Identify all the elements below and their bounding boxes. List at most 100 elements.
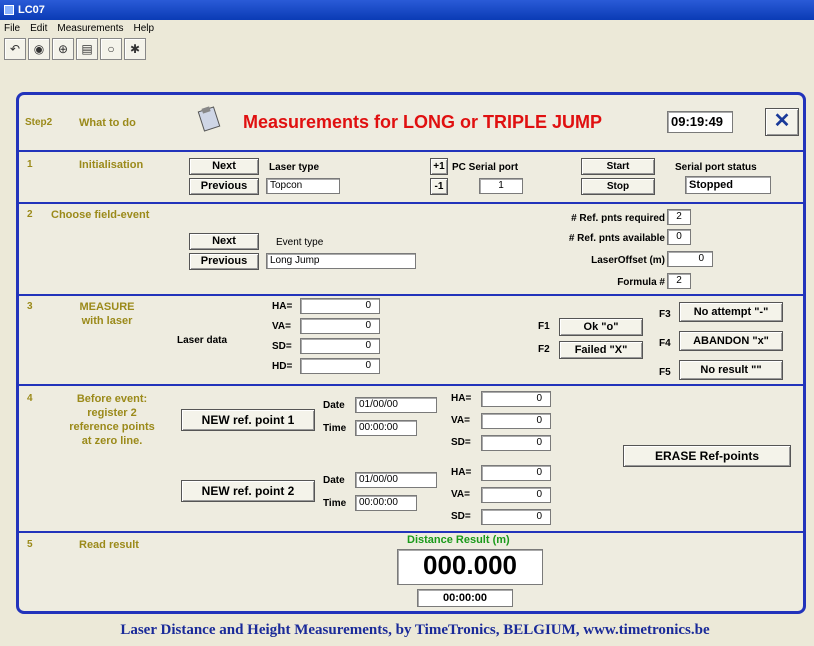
stop-button[interactable]: Stop xyxy=(581,178,655,195)
s4-title-line2: register 2 xyxy=(87,407,137,419)
serial-port-status-field: Stopped xyxy=(685,176,771,194)
s5-title: Read result xyxy=(79,539,139,551)
ref2-sd-label: SD= xyxy=(451,511,471,522)
s2-next-button[interactable]: Next xyxy=(189,233,259,250)
ref2-ha-label: HA= xyxy=(451,467,472,478)
s4-title-line3: reference points xyxy=(69,421,155,433)
ref2-va-field: 0 xyxy=(481,487,551,503)
s1-number: 1 xyxy=(27,159,33,170)
f5-label: F5 xyxy=(659,367,671,378)
footer-credit: Laser Distance and Height Measurements, … xyxy=(120,622,710,638)
clock-display: 09:19:49 xyxy=(667,111,733,133)
ref1-ha-label: HA= xyxy=(451,393,472,404)
ok-button[interactable]: Ok "o" xyxy=(559,318,643,336)
camera-icon[interactable]: ◉ xyxy=(28,38,50,60)
new-ref-point-1-button[interactable]: NEW ref. point 1 xyxy=(181,409,315,431)
s2-title: Choose field-event xyxy=(51,209,150,221)
formula-field[interactable]: 2 xyxy=(667,273,691,289)
close-button[interactable]: ✕ xyxy=(765,108,799,136)
ref2-va-label: VA= xyxy=(451,489,470,500)
s1-previous-button[interactable]: Previous xyxy=(189,178,259,195)
laser-type-label: Laser type xyxy=(269,162,320,173)
ref1-va-label: VA= xyxy=(451,415,470,426)
new-ref-point-2-button[interactable]: NEW ref. point 2 xyxy=(181,480,315,502)
s1-title: Initialisation xyxy=(79,159,144,171)
s1-next-button[interactable]: Next xyxy=(189,158,259,175)
ref-points-available-field: 0 xyxy=(667,229,691,245)
laser-offset-field[interactable]: 0 xyxy=(667,251,713,267)
ref-points-available-label: # Ref. pnts available xyxy=(568,233,665,244)
s4-title-line1: Before event: xyxy=(76,393,148,405)
failed-button[interactable]: Failed "X" xyxy=(559,341,643,359)
menu-measurements[interactable]: Measurements xyxy=(57,20,123,37)
no-result-button[interactable]: No result "" xyxy=(679,360,783,380)
s3-number: 3 xyxy=(27,301,33,312)
f2-label: F2 xyxy=(538,344,550,355)
menu-help[interactable]: Help xyxy=(134,20,155,37)
minus-one-button[interactable]: -1 xyxy=(430,178,448,195)
ref2-ha-field: 0 xyxy=(481,465,551,481)
ref1-va-field: 0 xyxy=(481,413,551,429)
printer-icon[interactable]: ▤ xyxy=(76,38,98,60)
stop-icon[interactable]: ○ xyxy=(100,38,122,60)
connect-icon[interactable]: ⊕ xyxy=(52,38,74,60)
clipboard-icon xyxy=(195,103,225,133)
title-bar: LC07 xyxy=(0,0,814,20)
distance-result-field: 000.000 xyxy=(397,549,543,585)
s3-ha-field: 0 xyxy=(300,298,380,314)
time1-field: 00:00:00 xyxy=(355,420,417,436)
menu-bar: File Edit Measurements Help xyxy=(0,20,814,37)
s3-hd-label: HD= xyxy=(272,361,293,372)
formula-label: Formula # xyxy=(617,277,665,288)
s3-va-field: 0 xyxy=(300,318,380,334)
s3-hd-field: 0 xyxy=(300,358,380,374)
s3-sd-field: 0 xyxy=(300,338,380,354)
f4-label: F4 xyxy=(659,338,671,349)
time2-label: Time xyxy=(323,498,347,509)
f1-label: F1 xyxy=(538,321,550,332)
date2-label: Date xyxy=(323,475,345,486)
date1-field: 01/00/00 xyxy=(355,397,437,413)
date1-label: Date xyxy=(323,400,345,411)
s2-number: 2 xyxy=(27,209,33,220)
laser-offset-label: LaserOffset (m) xyxy=(591,255,665,266)
no-attempt-button[interactable]: No attempt "-" xyxy=(679,302,783,322)
abandon-button[interactable]: ABANDON "x" xyxy=(679,331,783,351)
s2-previous-button[interactable]: Previous xyxy=(189,253,259,270)
laser-data-label: Laser data xyxy=(177,335,228,346)
ref1-ha-field: 0 xyxy=(481,391,551,407)
erase-ref-points-button[interactable]: ERASE Ref-points xyxy=(623,445,791,467)
distance-result-label: Distance Result (m) xyxy=(407,534,510,546)
app-title: LC07 xyxy=(18,4,45,16)
close-icon: ✕ xyxy=(773,110,791,132)
event-type-field[interactable]: Long Jump xyxy=(266,253,416,269)
date2-field: 01/00/00 xyxy=(355,472,437,488)
tools-icon[interactable]: ✱ xyxy=(124,38,146,60)
ref1-sd-label: SD= xyxy=(451,437,471,448)
menu-file[interactable]: File xyxy=(4,20,20,37)
ref1-sd-field: 0 xyxy=(481,435,551,451)
s3-va-label: VA= xyxy=(272,321,291,332)
s3-sd-label: SD= xyxy=(272,341,292,352)
ref-points-required-label: # Ref. pnts required xyxy=(571,213,665,224)
toolbar: ↶ ◉ ⊕ ▤ ○ ✱ xyxy=(4,38,146,62)
laser-type-field[interactable]: Topcon xyxy=(266,178,340,194)
s3-title-line2: with laser xyxy=(81,315,133,327)
menu-edit[interactable]: Edit xyxy=(30,20,47,37)
undo-icon[interactable]: ↶ xyxy=(4,38,26,60)
app-icon xyxy=(4,5,14,15)
ref2-sd-field: 0 xyxy=(481,509,551,525)
ref-points-required-field: 2 xyxy=(667,209,691,225)
serial-port-status-label: Serial port status xyxy=(675,162,757,173)
page-title: Measurements for LONG or TRIPLE JUMP xyxy=(243,112,603,132)
event-type-label: Event type xyxy=(276,237,324,248)
s3-title-line1: MEASURE xyxy=(79,301,135,313)
pc-serial-port-field[interactable]: 1 xyxy=(479,178,523,194)
f3-label: F3 xyxy=(659,309,671,320)
start-button[interactable]: Start xyxy=(581,158,655,175)
step-label: Step2 xyxy=(25,117,53,128)
time1-label: Time xyxy=(323,423,347,434)
pc-serial-port-label: PC Serial port xyxy=(452,162,519,173)
what-to-do-label: What to do xyxy=(79,117,136,129)
plus-one-button[interactable]: +1 xyxy=(430,158,448,175)
